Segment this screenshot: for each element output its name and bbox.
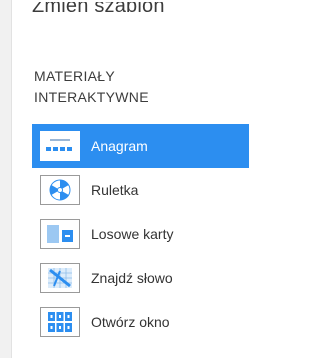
activity-item-open-box[interactable]: Otwórz okno <box>32 300 249 344</box>
section-heading: MATERIAŁY INTERAKTYWNE <box>34 68 149 105</box>
open-box-icon <box>40 307 80 337</box>
activity-label-open-box: Otwórz okno <box>91 314 170 330</box>
activity-item-anagram[interactable]: Anagram <box>32 124 249 168</box>
random-cards-icon <box>40 219 80 249</box>
anagram-icon <box>40 131 80 161</box>
activity-type-list: Anagram Ruletka Losowe karty Znajdź słow… <box>32 124 249 344</box>
left-panel-border <box>0 0 12 358</box>
word-search-icon <box>40 263 80 293</box>
activity-label-anagram: Anagram <box>91 138 148 154</box>
activity-label-word-search: Znajdź słowo <box>91 270 173 286</box>
activity-item-wheel[interactable]: Ruletka <box>32 168 249 212</box>
activity-label-wheel: Ruletka <box>91 182 139 198</box>
template-sidebar: Zmień szablon MATERIAŁY INTERAKTYWNE Ana… <box>12 0 249 358</box>
activity-item-random-cards[interactable]: Losowe karty <box>32 212 249 256</box>
change-template-label: Zmień szablon <box>32 2 165 17</box>
change-template-link[interactable]: Zmień szablon <box>32 2 165 24</box>
wheel-icon <box>40 175 80 205</box>
activity-item-word-search[interactable]: Znajdź słowo <box>32 256 249 300</box>
activity-label-random-cards: Losowe karty <box>91 226 174 242</box>
